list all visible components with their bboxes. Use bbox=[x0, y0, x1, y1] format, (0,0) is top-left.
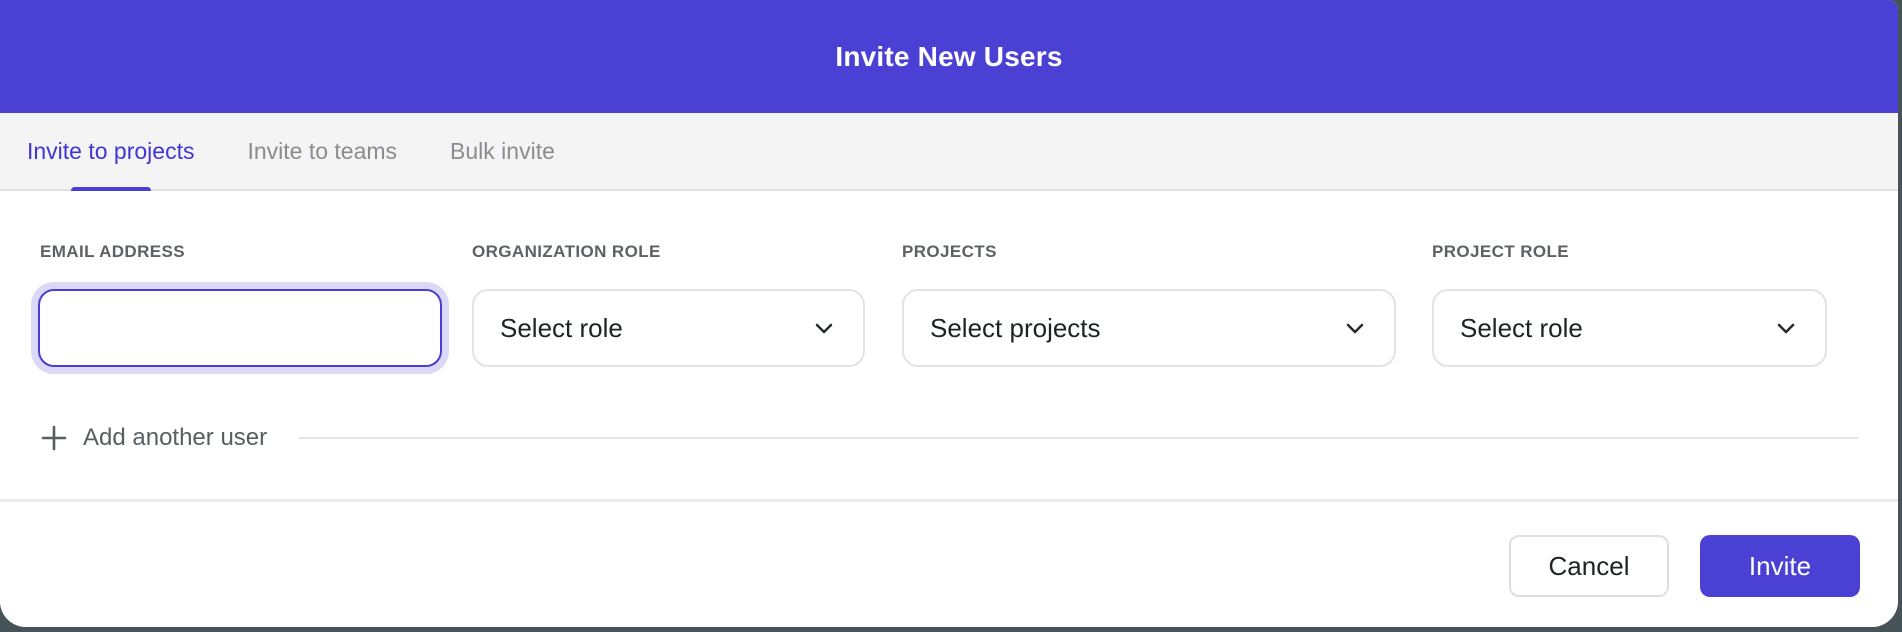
email-input[interactable] bbox=[38, 289, 442, 367]
email-address-label: EMAIL ADDRESS bbox=[40, 242, 185, 262]
invite-new-users-modal: Invite New Users Invite to projects Invi… bbox=[0, 0, 1898, 627]
tab-label: Bulk invite bbox=[450, 138, 555, 165]
chevron-down-icon bbox=[1773, 315, 1799, 341]
organization-role-select-value: Select role bbox=[500, 313, 623, 344]
project-role-label: PROJECT ROLE bbox=[1432, 242, 1569, 262]
plus-icon bbox=[40, 424, 68, 452]
organization-role-select[interactable]: Select role bbox=[472, 289, 865, 367]
organization-role-label: ORGANIZATION ROLE bbox=[472, 242, 661, 262]
project-role-select[interactable]: Select role bbox=[1432, 289, 1827, 367]
tab-invite-to-projects[interactable]: Invite to projects bbox=[25, 113, 196, 189]
projects-select[interactable]: Select projects bbox=[902, 289, 1396, 367]
add-another-user-label: Add another user bbox=[83, 424, 267, 452]
modal-title: Invite New Users bbox=[835, 41, 1062, 73]
tab-label: Invite to projects bbox=[27, 138, 194, 165]
modal-header: Invite New Users bbox=[0, 0, 1898, 113]
add-row-divider bbox=[299, 437, 1858, 439]
add-another-user-row: Add another user bbox=[40, 418, 1858, 458]
invite-form: EMAIL ADDRESS ORGANIZATION ROLE Select r… bbox=[0, 191, 1898, 627]
footer-divider bbox=[0, 499, 1898, 502]
tab-bulk-invite[interactable]: Bulk invite bbox=[448, 113, 557, 189]
project-role-select-value: Select role bbox=[1460, 313, 1583, 344]
projects-select-value: Select projects bbox=[930, 313, 1101, 344]
tabbar: Invite to projects Invite to teams Bulk … bbox=[0, 113, 1898, 191]
cancel-button[interactable]: Cancel bbox=[1509, 535, 1669, 597]
chevron-down-icon bbox=[1342, 315, 1368, 341]
invite-button[interactable]: Invite bbox=[1700, 535, 1860, 597]
projects-label: PROJECTS bbox=[902, 242, 997, 262]
chevron-down-icon bbox=[811, 315, 837, 341]
tab-invite-to-teams[interactable]: Invite to teams bbox=[245, 113, 399, 189]
tab-label: Invite to teams bbox=[247, 138, 397, 165]
add-another-user-button[interactable]: Add another user bbox=[40, 424, 267, 452]
